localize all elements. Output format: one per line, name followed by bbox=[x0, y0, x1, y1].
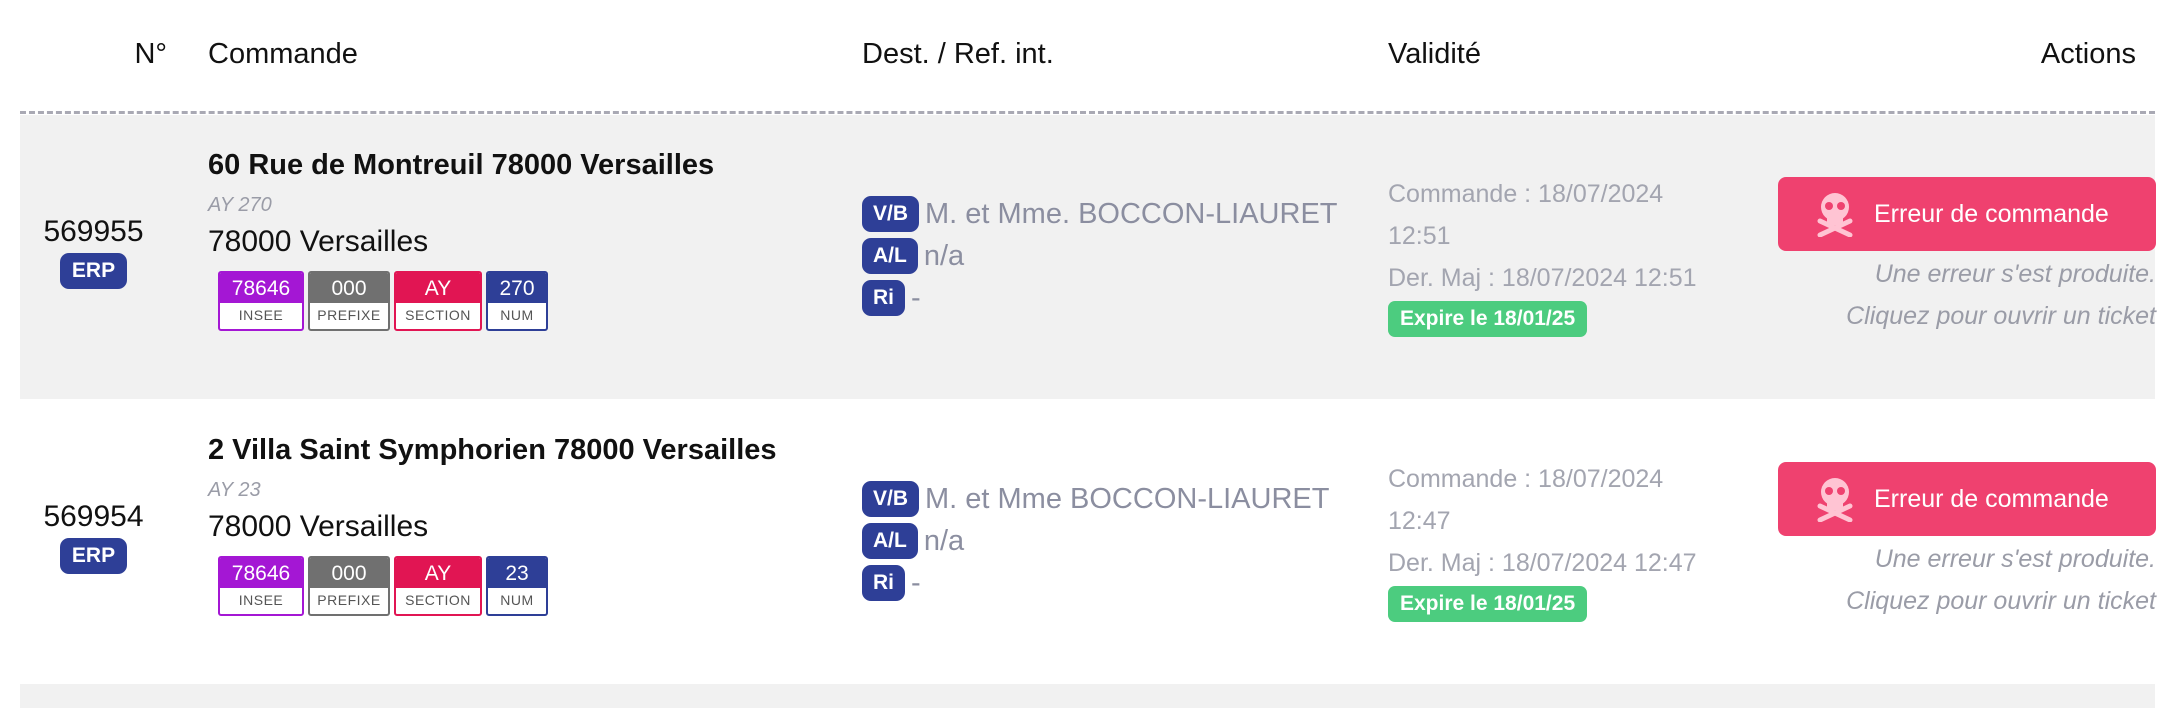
skull-crossbones-icon bbox=[1817, 193, 1853, 237]
cadastre-insee-value: 78646 bbox=[220, 273, 302, 303]
validite-cell: Commande : 18/07/2024 12:47 Der. Maj : 1… bbox=[1388, 458, 1768, 622]
cadastre-prefixe-value: 000 bbox=[310, 558, 388, 588]
commande-cell: 2 Villa Saint Symphorien 78000 Versaille… bbox=[208, 434, 848, 616]
col-header-commande[interactable]: Commande bbox=[208, 38, 358, 71]
open-ticket-link[interactable]: Cliquez pour ouvrir un ticket bbox=[1760, 580, 2156, 622]
cadastre-insee: 78646 INSEE bbox=[218, 556, 304, 616]
vb-badge: V/B bbox=[862, 481, 920, 517]
erp-badge: ERP bbox=[59, 253, 128, 289]
skull-crossbones-icon bbox=[1817, 478, 1853, 522]
cadastre-num: 23 NUM bbox=[486, 556, 548, 616]
order-number: 569955 bbox=[43, 215, 144, 248]
dest-ri-line: Ri - bbox=[862, 562, 1382, 604]
cadastre-insee-label: INSEE bbox=[238, 307, 284, 323]
table-row[interactable]: 569954 ERP 2 Villa Saint Symphorien 7800… bbox=[20, 400, 2156, 684]
error-order-button[interactable]: Erreur de commande bbox=[1778, 462, 2156, 536]
actions-cell: Erreur de commande Une erreur s'est prod… bbox=[1760, 462, 2156, 622]
last-update: Der. Maj : 18/07/2024 12:51 bbox=[1388, 264, 1697, 292]
cadastre-badges: 78646 INSEE 000 PREFIXE AY SECTION 270 N… bbox=[218, 271, 848, 331]
expiry-badge: Expire le 18/01/25 bbox=[1388, 586, 1588, 622]
col-header-actions: Actions bbox=[2040, 38, 2136, 70]
order-address: 2 Villa Saint Symphorien 78000 Versaille… bbox=[208, 434, 777, 466]
parcel-ref: AY 270 bbox=[208, 194, 272, 216]
ri-badge: Ri bbox=[862, 565, 905, 601]
cadastre-num-label: NUM bbox=[500, 592, 534, 608]
dest-cell: V/B M. et Mme BOCCON-LIAURET A/L n/a Ri … bbox=[862, 478, 1382, 604]
cadastre-num-value: 23 bbox=[488, 558, 546, 588]
error-order-label: Erreur de commande bbox=[1874, 199, 2109, 228]
cadastre-section-value: AY bbox=[396, 273, 480, 303]
commande-time: 12:51 bbox=[1388, 222, 1451, 250]
cadastre-prefixe-label: PREFIXE bbox=[317, 307, 381, 323]
cadastre-num-value: 270 bbox=[488, 273, 546, 303]
open-ticket-link[interactable]: Cliquez pour ouvrir un ticket bbox=[1760, 295, 2156, 337]
commande-time: 12:47 bbox=[1388, 507, 1451, 535]
order-number-cell: 569954 ERP bbox=[20, 500, 167, 574]
order-number: 569954 bbox=[43, 500, 144, 533]
ri-value: - bbox=[911, 566, 921, 599]
col-header-num[interactable]: N° bbox=[0, 38, 167, 71]
cadastre-section: AY SECTION bbox=[394, 556, 482, 616]
last-update: Der. Maj : 18/07/2024 12:47 bbox=[1388, 549, 1697, 577]
table-row[interactable]: 569955 ERP 60 Rue de Montreuil 78000 Ver… bbox=[20, 115, 2156, 399]
table-row[interactable] bbox=[20, 684, 2155, 708]
al-value: n/a bbox=[923, 239, 965, 272]
parcel-ref: AY 23 bbox=[208, 479, 261, 501]
al-value: n/a bbox=[923, 524, 965, 557]
order-address: 60 Rue de Montreuil 78000 Versailles bbox=[208, 149, 715, 181]
vb-value: M. et Mme BOCCON-LIAURET bbox=[925, 482, 1330, 515]
cadastre-section: AY SECTION bbox=[394, 271, 482, 331]
ri-badge: Ri bbox=[862, 280, 905, 316]
actions-cell: Erreur de commande Une erreur s'est prod… bbox=[1760, 177, 2156, 337]
expiry-badge: Expire le 18/01/25 bbox=[1388, 301, 1588, 337]
dest-vb-line: V/B M. et Mme BOCCON-LIAURET bbox=[862, 478, 1382, 520]
validite-cell: Commande : 18/07/2024 12:51 Der. Maj : 1… bbox=[1388, 173, 1768, 337]
order-city: 78000 Versailles bbox=[208, 225, 429, 258]
cadastre-section-label: SECTION bbox=[405, 307, 471, 323]
dest-cell: V/B M. et Mme. BOCCON-LIAURET A/L n/a Ri… bbox=[862, 193, 1382, 319]
cadastre-num-label: NUM bbox=[500, 307, 534, 323]
dest-al-line: A/L n/a bbox=[862, 235, 1382, 277]
error-note: Une erreur s'est produite. bbox=[1874, 260, 2156, 288]
cadastre-prefixe-value: 000 bbox=[310, 273, 388, 303]
error-note: Une erreur s'est produite. bbox=[1874, 545, 2156, 573]
vb-badge: V/B bbox=[862, 196, 920, 232]
ri-value: - bbox=[911, 281, 921, 314]
dest-vb-line: V/B M. et Mme. BOCCON-LIAURET bbox=[862, 193, 1382, 235]
dest-al-line: A/L n/a bbox=[862, 520, 1382, 562]
cadastre-insee-label: INSEE bbox=[238, 592, 284, 608]
erp-badge: ERP bbox=[59, 538, 128, 574]
error-order-button[interactable]: Erreur de commande bbox=[1778, 177, 2156, 251]
cadastre-prefixe: 000 PREFIXE bbox=[308, 556, 390, 616]
cadastre-prefixe: 000 PREFIXE bbox=[308, 271, 390, 331]
cadastre-insee: 78646 INSEE bbox=[218, 271, 304, 331]
cadastre-badges: 78646 INSEE 000 PREFIXE AY SECTION 23 NU… bbox=[218, 556, 848, 616]
col-header-validite[interactable]: Validité bbox=[1388, 38, 1481, 71]
cadastre-section-value: AY bbox=[396, 558, 480, 588]
commande-date: Commande : 18/07/2024 bbox=[1388, 465, 1664, 493]
commande-cell: 60 Rue de Montreuil 78000 Versailles AY … bbox=[208, 149, 848, 331]
cadastre-num: 270 NUM bbox=[486, 271, 548, 331]
cadastre-section-label: SECTION bbox=[405, 592, 471, 608]
dest-ri-line: Ri - bbox=[862, 277, 1382, 319]
col-header-dest[interactable]: Dest. / Ref. int. bbox=[862, 38, 1054, 71]
cadastre-prefixe-label: PREFIXE bbox=[317, 592, 381, 608]
header-divider bbox=[20, 111, 2155, 114]
table-header: N° Commande Dest. / Ref. int. Validité A… bbox=[0, 0, 2172, 115]
order-number-cell: 569955 ERP bbox=[20, 215, 167, 289]
cadastre-insee-value: 78646 bbox=[220, 558, 302, 588]
error-order-label: Erreur de commande bbox=[1874, 484, 2109, 513]
al-badge: A/L bbox=[862, 523, 918, 559]
order-city: 78000 Versailles bbox=[208, 510, 429, 543]
vb-value: M. et Mme. BOCCON-LIAURET bbox=[925, 197, 1338, 230]
al-badge: A/L bbox=[862, 238, 918, 274]
commande-date: Commande : 18/07/2024 bbox=[1388, 180, 1664, 208]
